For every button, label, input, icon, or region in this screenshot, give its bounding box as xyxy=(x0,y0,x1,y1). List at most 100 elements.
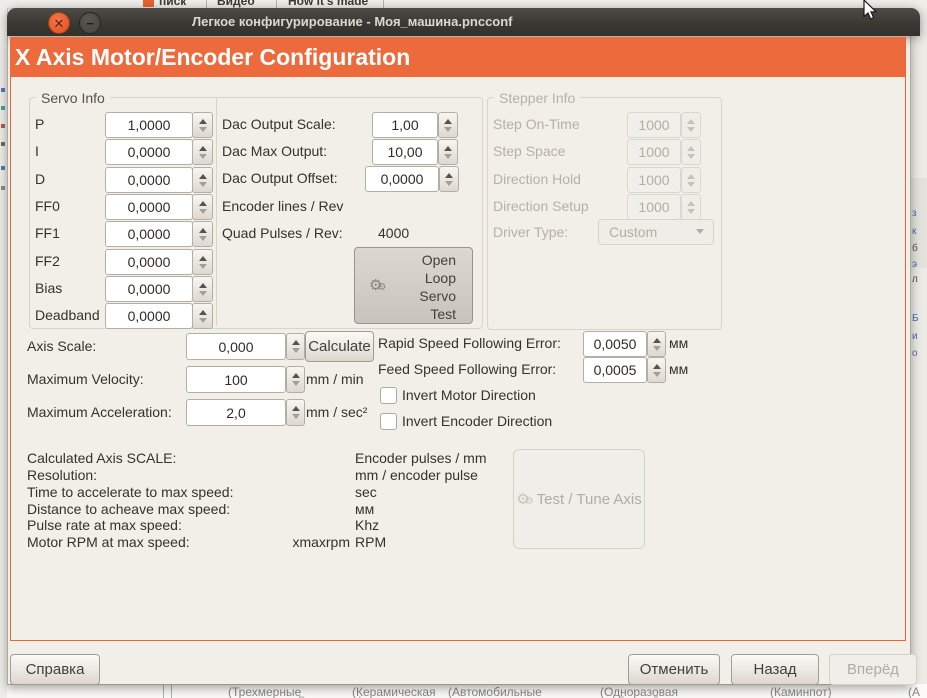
background-text-fragment: л xyxy=(912,274,918,285)
spin-up-icon xyxy=(198,200,207,206)
distance-to-max-speed-value xyxy=(280,500,350,517)
help-button[interactable]: Справка xyxy=(10,654,100,685)
resolution-value xyxy=(280,466,350,483)
dac-max-output-input[interactable]: 10,00 xyxy=(372,139,438,165)
dac-output-offset-spinner[interactable] xyxy=(439,166,459,192)
spin-up-icon xyxy=(687,173,695,179)
calculate-button[interactable]: Calculate xyxy=(305,331,374,362)
invert-encoder-label: Invert Encoder Direction xyxy=(402,413,553,429)
spin-down-icon xyxy=(198,181,207,187)
open-loop-servo-test-button[interactable]: ⚙⚙ Open Loop Servo Test xyxy=(354,247,473,324)
window-titlebar[interactable]: ✕ − Легкое конфигурирование - Моя_машина… xyxy=(7,8,920,36)
axis-scale-spinner[interactable] xyxy=(286,333,305,360)
divider xyxy=(171,684,172,698)
motor-rpm-value: xmaxrpm xyxy=(292,533,350,550)
direction-setup-spinner xyxy=(681,194,701,220)
spin-down-icon xyxy=(198,235,207,241)
ff1-label: FF1 xyxy=(35,225,60,241)
i-input[interactable]: 0,0000 xyxy=(105,139,193,165)
acceleration-unit-label: mm / sec² xyxy=(306,404,368,420)
background-icon-fragment xyxy=(1,186,5,190)
step-on-time-label: Step On-Time xyxy=(493,116,580,132)
maximum-velocity-input[interactable]: 100 xyxy=(186,366,286,393)
background-favicon xyxy=(143,0,154,7)
stepper-info-frame-label: Stepper Info xyxy=(494,90,581,106)
ff1-spinner[interactable] xyxy=(192,221,213,247)
test-tune-axis-label: Test / Tune Axis xyxy=(536,490,642,508)
ff2-label: FF2 xyxy=(35,253,60,269)
spin-down-icon xyxy=(444,153,452,159)
i-spinner[interactable] xyxy=(192,139,213,165)
servo-info-frame-label: Servo Info xyxy=(36,90,110,106)
invert-motor-checkbox[interactable] xyxy=(380,387,397,404)
axis-scale-input[interactable]: 0,000 xyxy=(186,333,286,360)
ff2-input[interactable]: 0,0000 xyxy=(105,249,193,275)
maximum-acceleration-input[interactable]: 2,0 xyxy=(186,399,286,426)
background-link: (Керамическая xyxy=(352,685,436,698)
direction-hold-label: Direction Hold xyxy=(493,171,581,187)
desktop: писк Видео How it's made з к б э л Б и о… xyxy=(0,0,927,698)
dac-output-offset-input[interactable]: 0,0000 xyxy=(365,166,439,192)
ff2-spinner[interactable] xyxy=(192,249,213,275)
cancel-button[interactable]: Отменить xyxy=(628,654,720,685)
background-icon-fragment xyxy=(1,124,5,128)
ff0-spinner[interactable] xyxy=(192,194,213,220)
maximum-velocity-spinner[interactable] xyxy=(286,366,305,393)
dac-max-output-spinner[interactable] xyxy=(438,139,458,165)
resolution-unit: mm / encoder pulse xyxy=(355,466,478,483)
resolution-label: Resolution: xyxy=(27,466,98,483)
spin-down-icon xyxy=(445,180,453,186)
minimize-icon[interactable]: − xyxy=(79,12,101,34)
feed-following-error-label: Feed Speed Following Error: xyxy=(378,361,557,377)
rapid-following-error-unit: мм xyxy=(669,335,689,351)
ff0-input[interactable]: 0,0000 xyxy=(105,194,193,220)
gears-icon: ⚙⚙ xyxy=(516,490,534,508)
spin-up-icon xyxy=(687,200,695,206)
deadband-input[interactable]: 0,0000 xyxy=(105,303,193,329)
feed-following-error-spinner[interactable] xyxy=(647,357,666,383)
distance-to-max-speed-label: Distance to acheave max speed: xyxy=(27,500,231,517)
step-on-time-spinner xyxy=(681,112,701,138)
back-button[interactable]: Назад xyxy=(731,654,819,685)
bias-input[interactable]: 0,0000 xyxy=(105,276,193,302)
spin-down-icon xyxy=(198,153,207,159)
spin-up-icon xyxy=(444,145,452,151)
pulse-rate-label: Pulse rate at max speed: xyxy=(27,516,182,533)
deadband-spinner[interactable] xyxy=(192,303,213,329)
rapid-following-error-input[interactable]: 0,0050 xyxy=(583,331,647,357)
background-icon-fragment xyxy=(1,142,5,146)
step-space-spinner xyxy=(681,139,701,165)
background-text-fragment: о xyxy=(912,348,918,359)
pulse-rate-value xyxy=(280,516,350,533)
p-input[interactable]: 1,0000 xyxy=(105,112,193,138)
maximum-acceleration-label: Maximum Acceleration: xyxy=(27,404,172,420)
time-to-accelerate-label: Time to accelerate to max speed: xyxy=(27,483,234,500)
time-to-accelerate-value xyxy=(280,483,350,500)
dac-max-output-label: Dac Max Output: xyxy=(222,143,328,159)
dac-output-scale-label: Dac Output Scale: xyxy=(222,116,336,132)
ff1-input[interactable]: 0,0000 xyxy=(105,221,193,247)
spin-down-icon xyxy=(198,208,207,214)
rapid-following-error-spinner[interactable] xyxy=(647,331,666,357)
d-input[interactable]: 0,0000 xyxy=(105,167,193,193)
spin-down-icon xyxy=(291,414,300,419)
background-block xyxy=(909,178,927,268)
step-space-label: Step Space xyxy=(493,143,566,159)
maximum-velocity-label: Maximum Velocity: xyxy=(27,371,144,387)
spin-up-icon xyxy=(198,118,207,124)
background-text-fragment: и xyxy=(912,331,918,342)
d-spinner[interactable] xyxy=(192,167,213,193)
time-to-accelerate-unit: sec xyxy=(355,483,377,500)
p-spinner[interactable] xyxy=(192,112,213,138)
quad-pulses-value: 4000 xyxy=(378,225,410,241)
close-icon[interactable]: ✕ xyxy=(48,12,70,34)
background-tab: How it's made xyxy=(288,0,369,8)
background-text-fragment: з xyxy=(912,208,917,219)
maximum-acceleration-spinner[interactable] xyxy=(286,399,305,426)
dac-output-scale-input[interactable]: 1,00 xyxy=(372,112,438,138)
bias-spinner[interactable] xyxy=(192,276,213,302)
feed-following-error-input[interactable]: 0,0005 xyxy=(583,357,647,383)
invert-encoder-checkbox[interactable] xyxy=(380,413,397,430)
deadband-label: Deadband xyxy=(35,307,100,323)
dac-output-scale-spinner[interactable] xyxy=(438,112,458,138)
